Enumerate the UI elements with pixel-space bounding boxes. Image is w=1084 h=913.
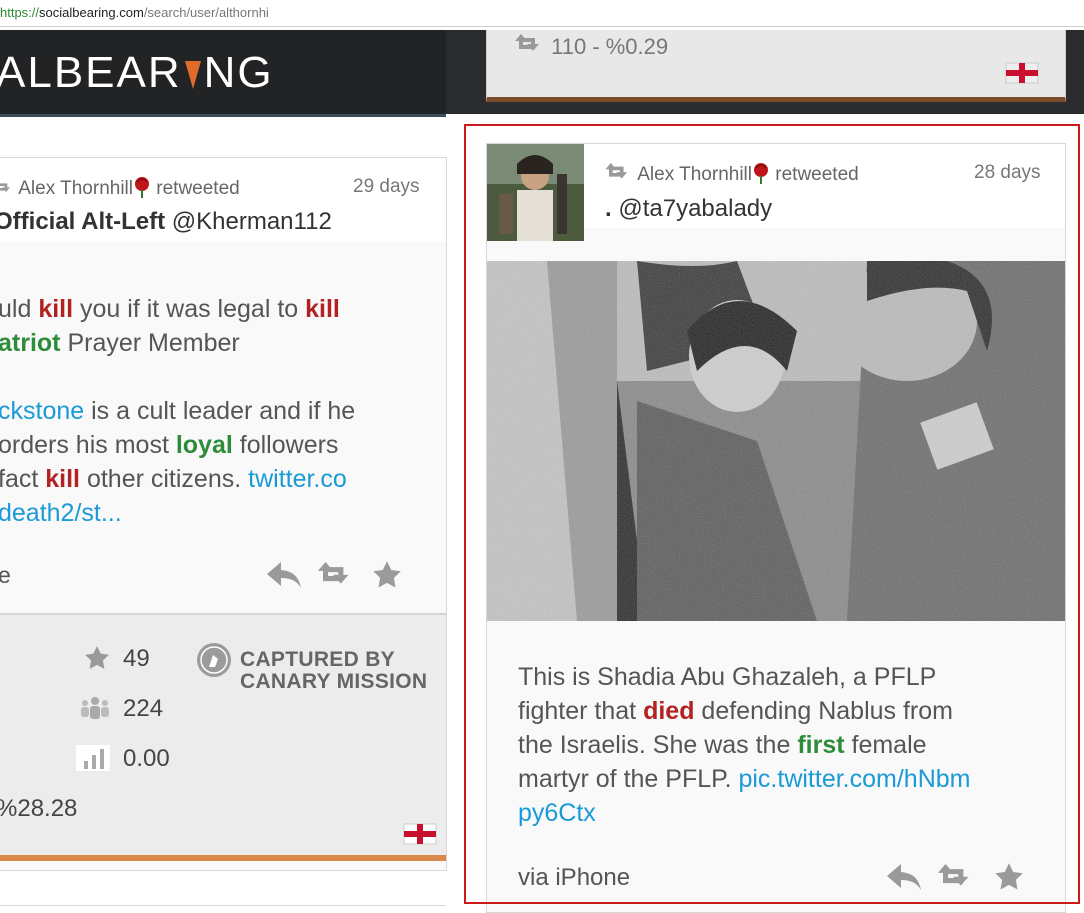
ratio-value: 0.00: [123, 745, 170, 772]
keyword-loyal[interactable]: loyal: [176, 431, 233, 459]
url-host: socialbearing.com: [39, 5, 144, 20]
site-logo[interactable]: ALBEAR NG: [0, 30, 446, 117]
card-accent-bar: [0, 855, 446, 861]
retweeted-label: retweeted: [156, 178, 240, 199]
star-icon: [85, 646, 109, 669]
followers-count: 224: [123, 695, 164, 722]
bird-badge-icon: [197, 643, 231, 677]
tweet-link[interactable]: twitter.co: [248, 465, 347, 493]
tweet-header: Alex Thornhill retweeted 29 days Officia…: [0, 158, 446, 242]
rose-icon: [135, 177, 149, 198]
flame-icon: [184, 61, 201, 89]
user-stats-panel: 49 224 0.00 %28.28 CAPTURED BY CANARY MI…: [0, 613, 446, 855]
retweet-stat: 110 - %0.29: [515, 34, 668, 60]
url-path: /search/user/althornhi: [143, 5, 269, 20]
captured-label: CAPTURED BY CANARY MISSION: [240, 648, 428, 693]
tweet-text: uld kill you if it was legal to kill atr…: [0, 295, 356, 527]
logo-text-left: ALBEAR: [0, 48, 182, 97]
tweet-author[interactable]: Official Alt-Left @Kherman112: [0, 208, 332, 236]
via-label: e: [0, 562, 11, 588]
star-icon[interactable]: [371, 560, 403, 590]
retweet-icon: [0, 183, 10, 192]
tweet-age: 29 days: [353, 176, 420, 197]
percent-value: %28.28: [0, 795, 78, 822]
author-handle: @Kherman112: [171, 208, 332, 235]
keyword-patriot[interactable]: atriot: [0, 329, 61, 357]
previous-tweet-card: 110 - %0.29: [486, 30, 1066, 102]
flag-icon: [1005, 62, 1039, 89]
retweet-icon[interactable]: [316, 562, 358, 590]
retweeter-name[interactable]: Alex Thornhill: [18, 178, 133, 199]
keyword-kill[interactable]: kill: [305, 295, 340, 323]
reply-icon[interactable]: [265, 560, 303, 590]
bars-icon: [76, 745, 110, 771]
keyword-kill[interactable]: kill: [45, 465, 80, 493]
keyword-kill[interactable]: kill: [38, 295, 73, 323]
logo-text-right: NG: [203, 48, 274, 97]
tweet-link-cont[interactable]: death2/st...: [0, 499, 122, 527]
tweet-card-left: Alex Thornhill retweeted 29 days Officia…: [0, 157, 447, 871]
retweet-icon: [515, 34, 539, 51]
mention-link[interactable]: ckstone: [0, 397, 84, 425]
flag-icon: [403, 823, 437, 845]
retweet-line: Alex Thornhill retweeted: [0, 176, 240, 200]
favorites-count: 49: [123, 645, 150, 672]
author-name: Official Alt-Left: [0, 208, 166, 235]
highlight-selection-box: [464, 124, 1080, 904]
address-bar[interactable]: https://socialbearing.com/search/user/al…: [0, 0, 1084, 27]
people-icon: [81, 697, 109, 719]
url-scheme: https://: [0, 5, 40, 20]
